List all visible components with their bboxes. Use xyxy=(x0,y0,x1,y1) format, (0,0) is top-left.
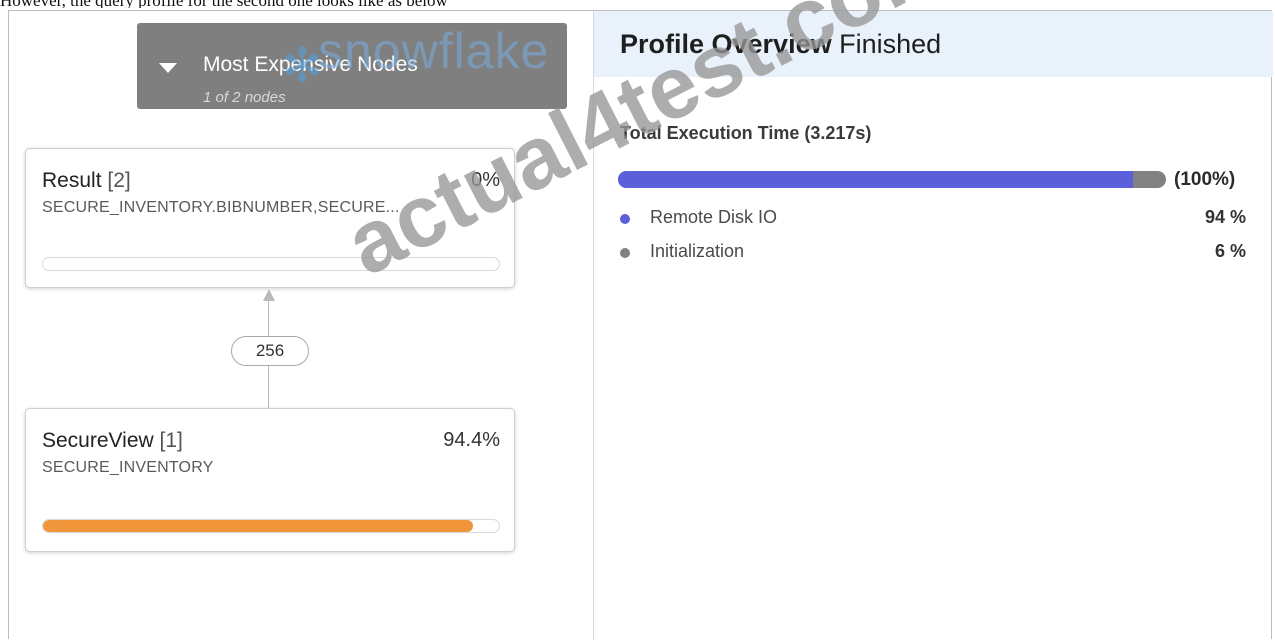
profile-status: Finished xyxy=(839,29,942,59)
profile-title-text: Profile Overview xyxy=(620,29,832,59)
profile-overview-pane: Profile Overview Finished Total Executio… xyxy=(594,11,1273,640)
legend-dot-icon xyxy=(620,248,630,258)
node-percent: 0% xyxy=(471,169,500,191)
node-index: [2] xyxy=(107,169,131,192)
total-execution-time-bar xyxy=(618,171,1166,188)
breakdown-value: 94 % xyxy=(1204,207,1246,227)
node-name: Result xyxy=(42,169,102,192)
node-index: [1] xyxy=(159,429,183,452)
total-execution-percent: (100%) xyxy=(1174,169,1236,190)
breakdown-label: Remote Disk IO xyxy=(650,207,778,227)
node-progress-fill xyxy=(43,520,474,532)
breakdown-row-initialization: Initialization 6 % xyxy=(620,241,1250,265)
most-expensive-nodes-panel[interactable]: Most Expensive Nodes 1 of 2 nodes xyxy=(137,23,567,109)
breakdown-label: Initialization xyxy=(650,241,745,261)
node-percent: 94.4% xyxy=(443,429,500,451)
node-title: SecureView [1] xyxy=(42,429,183,453)
arrow-up-icon xyxy=(263,289,275,301)
total-execution-time-label: Total Execution Time (3.217s) xyxy=(620,123,872,143)
node-progress-bar xyxy=(42,519,500,533)
node-detail: SECURE_INVENTORY xyxy=(42,459,214,476)
caret-down-icon[interactable] xyxy=(159,63,177,73)
legend-dot-icon xyxy=(620,214,630,224)
query-profile-window: Most Expensive Nodes 1 of 2 nodes Result… xyxy=(8,10,1273,640)
remote-disk-io-segment xyxy=(618,171,1134,188)
breakdown-row-remote-disk-io: Remote Disk IO 94 % xyxy=(620,207,1250,231)
operator-node-secureview[interactable]: SecureView [1] 94.4% SECURE_INVENTORY xyxy=(25,408,515,552)
edge-row-count[interactable]: 256 xyxy=(231,336,309,366)
operator-node-result[interactable]: Result [2] 0% SECURE_INVENTORY.BIBNUMBER… xyxy=(25,148,515,288)
profile-overview-title: Profile Overview Finished xyxy=(620,29,941,60)
most-expensive-nodes-count: 1 of 2 nodes xyxy=(203,89,286,106)
edge-line-upper xyxy=(268,299,269,337)
caption: However, the query profile for the secon… xyxy=(0,0,1275,8)
most-expensive-nodes-title: Most Expensive Nodes xyxy=(203,53,418,76)
operator-tree-pane: Most Expensive Nodes 1 of 2 nodes Result… xyxy=(9,11,593,640)
node-detail: SECURE_INVENTORY.BIBNUMBER,SECURE... xyxy=(42,199,400,216)
node-title: Result [2] xyxy=(42,169,131,193)
node-progress-bar xyxy=(42,257,500,271)
node-name: SecureView xyxy=(42,429,154,452)
edge-line-lower xyxy=(268,366,269,408)
breakdown-value: 6 % xyxy=(1214,241,1246,261)
profile-overview-header: Profile Overview Finished xyxy=(594,11,1273,77)
